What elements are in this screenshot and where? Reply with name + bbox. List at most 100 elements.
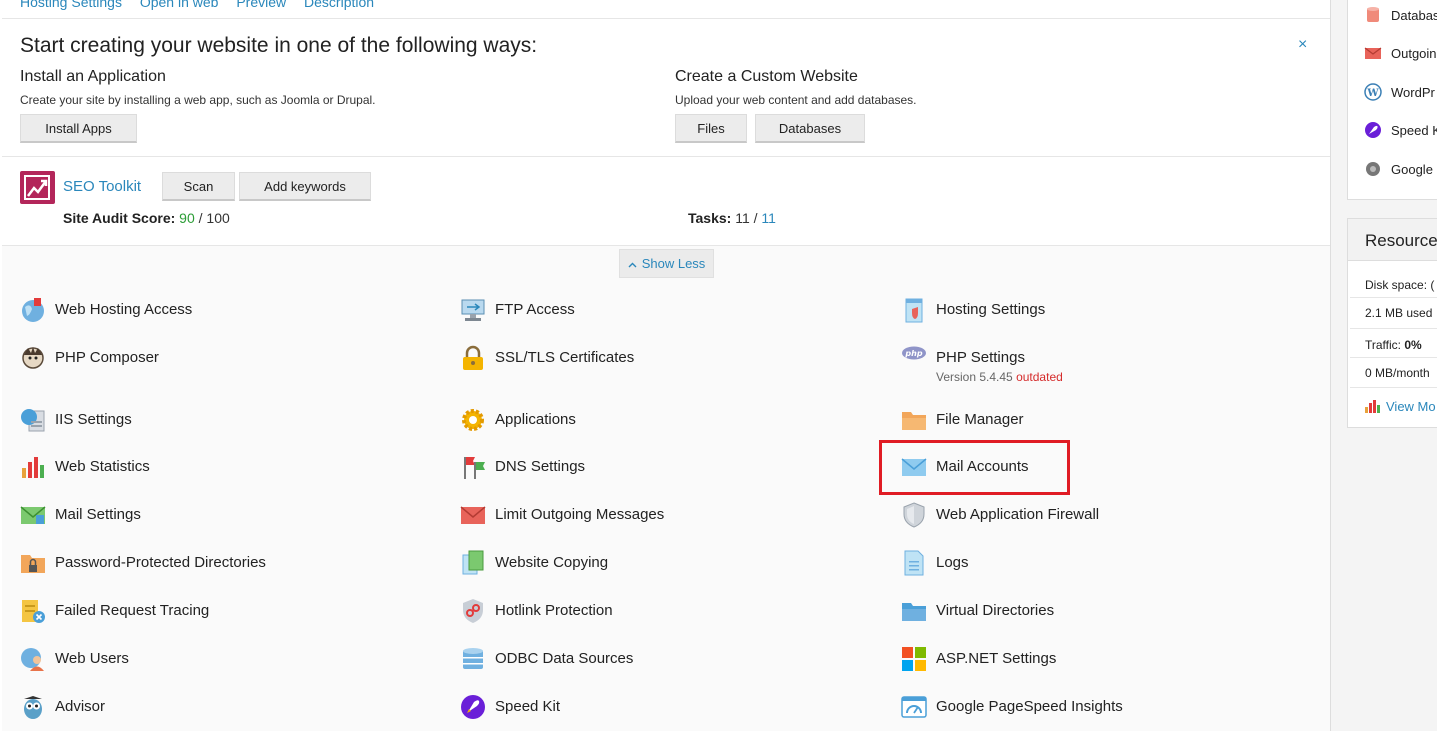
tool-asp-net-settings[interactable]: ASP.NET Settings: [901, 647, 1057, 672]
windows-logo-icon: [902, 647, 926, 671]
seo-toolkit-icon: [20, 171, 55, 204]
tool-web-application-firewall[interactable]: Web Application Firewall: [901, 502, 1100, 528]
scan-button[interactable]: Scan: [162, 172, 235, 201]
link-description[interactable]: Description: [304, 0, 374, 10]
disk-space-used: 2.1 MB used: [1365, 306, 1433, 320]
tool-limit-outgoing-messages[interactable]: Limit Outgoing Messages: [460, 506, 664, 528]
tool-label: Failed Request Tracing: [55, 602, 210, 619]
tool-label: Web Hosting Access: [55, 301, 193, 318]
tool-ssl-tls-certificates[interactable]: SSL/TLS Certificates: [460, 345, 634, 371]
tool-web-hosting-access[interactable]: Web Hosting Access: [20, 298, 193, 323]
audit-label: Site Audit Score:: [63, 210, 176, 226]
close-icon[interactable]: ×: [1298, 36, 1307, 54]
tool-failed-request-tracing[interactable]: Failed Request Tracing: [20, 600, 210, 624]
divider: [1350, 328, 1437, 329]
link-preview[interactable]: Preview: [236, 0, 286, 10]
tool-web-users[interactable]: Web Users: [20, 648, 129, 672]
sidebar-item-speed-kit[interactable]: Speed K: [1364, 121, 1437, 139]
sidebar-item-label: Google: [1391, 161, 1433, 177]
tool-label: ASP.NET Settings: [936, 650, 1057, 667]
tool-file-manager[interactable]: File Manager: [901, 411, 1024, 433]
tool-label: Google PageSpeed Insights: [936, 698, 1123, 715]
divider: [2, 18, 1330, 19]
sidebar-item-databases[interactable]: Databas: [1364, 6, 1437, 24]
composer-icon: [22, 347, 44, 369]
web-users-icon: [21, 648, 44, 671]
tool-php-composer[interactable]: PHP Composer: [20, 347, 159, 371]
tool-google-pagespeed-insights[interactable]: Google PageSpeed Insights: [901, 696, 1123, 720]
tool-odbc-data-sources[interactable]: ODBC Data Sources: [460, 648, 634, 672]
bar-chart-icon: [1365, 400, 1380, 413]
iis-settings-icon: [21, 409, 45, 432]
tool-hosting-settings[interactable]: Hosting Settings: [901, 298, 1045, 323]
add-keywords-button[interactable]: Add keywords: [239, 172, 371, 201]
tool-label: Applications: [495, 411, 576, 428]
tool-virtual-directories[interactable]: Virtual Directories: [901, 602, 1054, 624]
traffic-month: 0 MB/month: [1365, 366, 1430, 380]
tool-website-copying[interactable]: Website Copying: [460, 550, 608, 576]
sidebar-item-wordpress[interactable]: W WordPr: [1364, 83, 1435, 101]
divider: [1350, 357, 1437, 358]
wordpress-icon: W: [1364, 83, 1382, 101]
tool-logs[interactable]: Logs: [901, 550, 969, 576]
databases-button[interactable]: Databases: [755, 114, 865, 143]
tools-area: [2, 246, 1330, 731]
start-title: Start creating your website in one of th…: [20, 34, 538, 57]
locked-folder-icon: [21, 555, 45, 573]
rocket-icon: [461, 695, 485, 719]
tool-password-protected-directories[interactable]: Password-Protected Directories: [20, 554, 266, 576]
sidebar-item-outgoing[interactable]: Outgoin: [1364, 44, 1437, 62]
tool-ftp-access[interactable]: FTP Access: [460, 299, 575, 323]
tool-advisor[interactable]: Advisor: [20, 696, 105, 720]
copy-pages-icon: [462, 550, 484, 575]
install-app-title: Install an Application: [20, 68, 166, 85]
dns-flags-icon: [464, 457, 485, 479]
install-apps-button[interactable]: Install Apps: [20, 114, 137, 143]
tool-label: Logs: [936, 554, 969, 571]
custom-website-desc: Upload your web content and add database…: [675, 93, 917, 107]
tool-label: Web Application Firewall: [936, 506, 1100, 523]
show-less-button[interactable]: Show Less: [619, 249, 714, 278]
php-version-number: Version 5.4.45: [936, 370, 1013, 384]
link-open-in-web[interactable]: Open in web: [140, 0, 219, 10]
site-audit-score: Site Audit Score: 90 / 100: [63, 210, 230, 226]
tool-php-settings[interactable]: php PHP Settings Version 5.4.45 outdated: [901, 346, 1063, 384]
globe-icon: [22, 298, 44, 322]
bar-chart-icon: [22, 457, 44, 478]
tool-web-statistics[interactable]: Web Statistics: [20, 457, 150, 480]
view-more-link[interactable]: View Mo: [1364, 398, 1436, 414]
tasks-label: Tasks:: [688, 210, 732, 226]
tool-dns-settings[interactable]: DNS Settings: [460, 457, 585, 480]
tool-label: File Manager: [936, 411, 1024, 428]
ftp-icon: [461, 299, 485, 321]
custom-website-title: Create a Custom Website: [675, 68, 858, 85]
tool-label: Web Statistics: [55, 458, 150, 475]
mail-accounts-highlight-box: [879, 440, 1070, 495]
tasks-total[interactable]: 11: [761, 210, 776, 226]
top-links: Hosting Settings Open in web Preview Des…: [20, 0, 388, 10]
php-icon: php: [902, 346, 926, 360]
disk-space-label: Disk space: (: [1365, 278, 1435, 292]
show-less-label: Show Less: [641, 256, 706, 271]
main-panel: Hosting Settings Open in web Preview Des…: [0, 0, 1331, 731]
tool-label: FTP Access: [495, 301, 575, 318]
tool-label: IIS Settings: [55, 411, 132, 428]
rocket-icon: [1365, 122, 1381, 138]
files-button[interactable]: Files: [675, 114, 747, 143]
resources-title: Resource: [1348, 219, 1437, 261]
owl-icon: [24, 696, 42, 719]
seo-toolkit-link[interactable]: SEO Toolkit: [63, 178, 141, 195]
log-file-icon: [904, 550, 924, 576]
tool-label: ODBC Data Sources: [495, 650, 634, 667]
tool-hotlink-protection[interactable]: Hotlink Protection: [460, 599, 613, 624]
tool-speed-kit[interactable]: Speed Kit: [460, 695, 560, 720]
database-icon: [1367, 7, 1379, 22]
tool-applications[interactable]: Applications: [460, 409, 576, 433]
tool-label: Mail Settings: [55, 506, 141, 523]
sidebar-item-label: Outgoin: [1391, 45, 1437, 61]
tool-iis-settings[interactable]: IIS Settings: [20, 409, 132, 433]
link-hosting-settings[interactable]: Hosting Settings: [20, 0, 122, 10]
tool-mail-settings[interactable]: Mail Settings: [20, 506, 141, 528]
audit-score-total: / 100: [198, 210, 230, 226]
sidebar-item-google[interactable]: Google: [1364, 160, 1433, 178]
